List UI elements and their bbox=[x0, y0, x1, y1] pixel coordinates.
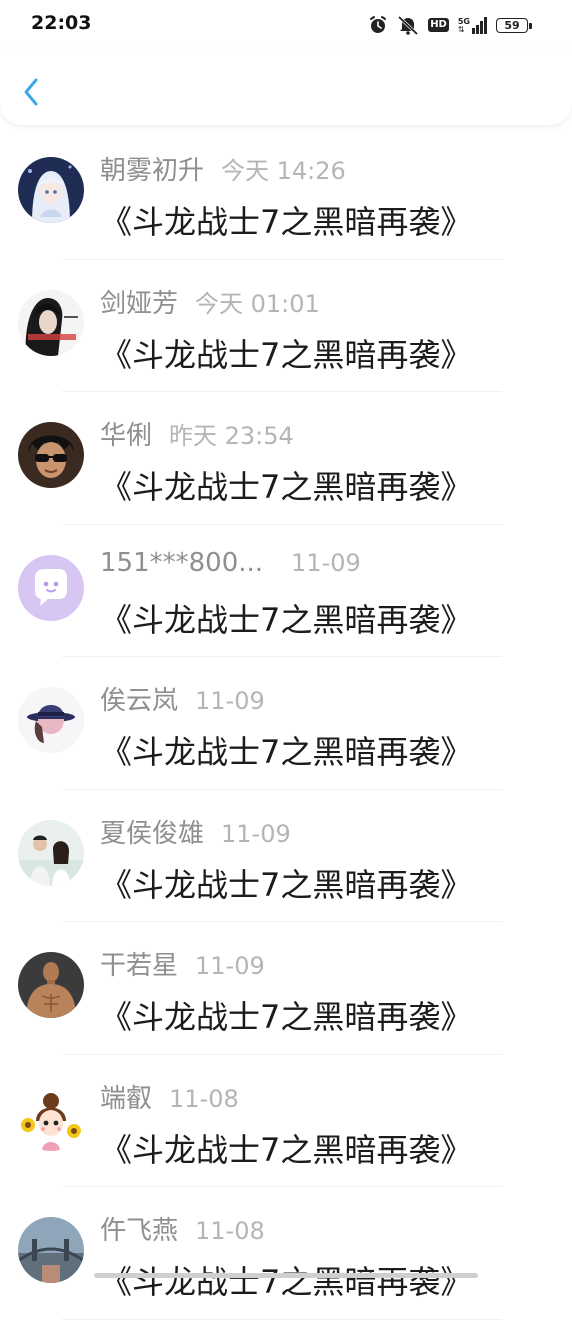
message-time: 11-08 bbox=[169, 1084, 239, 1113]
item-meta: 端叡 11-08 bbox=[100, 1078, 239, 1115]
back-button[interactable] bbox=[14, 72, 48, 112]
status-icons: HD 5G ⇅ 59 bbox=[368, 14, 532, 36]
alarm-icon bbox=[370, 16, 387, 33]
avatar[interactable] bbox=[18, 819, 84, 886]
item-meta: 151***800... 11-09 bbox=[100, 548, 361, 578]
message-time: 11-08 bbox=[195, 1217, 265, 1245]
sender-name: 朝雾初升 bbox=[100, 156, 205, 186]
message-text: 《斗龙战士7之黑暗再袭》 bbox=[100, 335, 473, 374]
avatar[interactable] bbox=[18, 952, 84, 1018]
list-item[interactable]: 151***800... 11-09 《斗龙战士7之黑暗再袭》 bbox=[0, 525, 572, 657]
default-chat-avatar bbox=[18, 554, 84, 621]
city-bridge-avatar bbox=[18, 1217, 84, 1283]
avatar[interactable] bbox=[18, 289, 84, 356]
anime-girl-avatar bbox=[18, 157, 84, 223]
message-time: 11-09 bbox=[195, 952, 265, 980]
status-time: 22:03 bbox=[31, 12, 92, 34]
item-meta: 仵飞燕 11-08 bbox=[100, 1210, 265, 1247]
avatar[interactable] bbox=[18, 1217, 84, 1283]
hd-icon: HD bbox=[428, 18, 449, 32]
message-time: 11-09 bbox=[195, 687, 265, 715]
item-meta: 朝雾初升 今天 14:26 bbox=[100, 150, 346, 187]
item-meta: 华俐 昨天 23:54 bbox=[100, 415, 294, 452]
item-meta: 俟云岚 11-09 bbox=[100, 680, 265, 717]
avatar[interactable] bbox=[18, 687, 84, 753]
avatar[interactable] bbox=[18, 157, 84, 223]
message-text: 《斗龙战士7之黑暗再袭》 bbox=[100, 1130, 473, 1169]
woman-portrait-avatar bbox=[18, 289, 84, 356]
sender-name: 干若星 bbox=[100, 951, 179, 981]
message-text: 《斗龙战士7之黑暗再袭》 bbox=[100, 865, 473, 904]
message-list: 朝雾初升 今天 14:26 《斗龙战士7之黑暗再袭》 剑娅芳 今天 01:01 … bbox=[0, 127, 572, 1320]
message-text: 《斗龙战士7之黑暗再袭》 bbox=[100, 1263, 473, 1301]
list-item[interactable]: 华俐 昨天 23:54 《斗龙战士7之黑暗再袭》 bbox=[0, 392, 572, 525]
avatar[interactable] bbox=[18, 1084, 84, 1151]
item-meta: 夏侯俊雄 11-09 bbox=[100, 813, 291, 850]
item-meta: 剑娅芳 今天 01:01 bbox=[100, 283, 320, 320]
list-item[interactable]: 俟云岚 11-09 《斗龙战士7之黑暗再袭》 bbox=[0, 657, 572, 790]
message-time: 11-09 bbox=[221, 819, 291, 848]
message-text: 《斗龙战士7之黑暗再袭》 bbox=[100, 600, 473, 639]
list-item[interactable]: 剑娅芳 今天 01:01 《斗龙战士7之黑暗再袭》 bbox=[0, 260, 572, 392]
message-text: 《斗龙战士7之黑暗再袭》 bbox=[100, 468, 473, 506]
cartoon-girl-sunflower-avatar bbox=[18, 1084, 84, 1151]
message-time: 11-09 bbox=[291, 548, 361, 577]
list-item[interactable]: 夏侯俊雄 11-09 《斗龙战士7之黑暗再袭》 bbox=[0, 790, 572, 922]
sender-name: 俟云岚 bbox=[100, 686, 179, 716]
sender-name: 夏侯俊雄 bbox=[100, 818, 205, 849]
list-item[interactable]: 朝雾初升 今天 14:26 《斗龙战士7之黑暗再袭》 bbox=[0, 127, 572, 260]
message-text: 《斗龙战士7之黑暗再袭》 bbox=[100, 203, 473, 241]
couple-avatar bbox=[18, 819, 84, 886]
home-indicator[interactable] bbox=[94, 1273, 478, 1278]
list-item[interactable]: 端叡 11-08 《斗龙战士7之黑暗再袭》 bbox=[0, 1055, 572, 1187]
muscle-man-avatar bbox=[18, 952, 84, 1018]
message-time: 今天 14:26 bbox=[221, 157, 346, 185]
chevron-left-icon bbox=[24, 78, 38, 106]
message-text: 《斗龙战士7之黑暗再袭》 bbox=[100, 998, 473, 1036]
divider bbox=[62, 1318, 502, 1320]
mute-icon bbox=[398, 15, 419, 35]
top-bar bbox=[0, 50, 572, 125]
list-item[interactable]: 仵飞燕 11-08 《斗龙战士7之黑暗再袭》 bbox=[0, 1187, 572, 1320]
message-time: 今天 01:01 bbox=[195, 289, 320, 318]
list-item[interactable]: 干若星 11-09 《斗龙战士7之黑暗再袭》 bbox=[0, 922, 572, 1055]
sender-name: 剑娅芳 bbox=[100, 288, 179, 319]
message-time: 昨天 23:54 bbox=[169, 422, 294, 450]
sunglasses-man-avatar bbox=[18, 422, 84, 488]
signal-icon: 5G ⇅ bbox=[458, 16, 487, 34]
avatar[interactable] bbox=[18, 554, 84, 621]
status-bar: 22:03 HD 5G ⇅ 59 bbox=[0, 0, 572, 50]
sender-name: 端叡 bbox=[100, 1083, 153, 1114]
sender-name: 仵飞燕 bbox=[100, 1216, 179, 1246]
message-text: 《斗龙战士7之黑暗再袭》 bbox=[100, 733, 473, 771]
hat-avatar bbox=[18, 687, 84, 753]
sender-name: 华俐 bbox=[100, 421, 153, 451]
sender-name: 151***800... bbox=[100, 547, 264, 578]
item-meta: 干若星 11-09 bbox=[100, 945, 265, 982]
battery-icon: 59 bbox=[496, 17, 532, 33]
avatar[interactable] bbox=[18, 422, 84, 488]
